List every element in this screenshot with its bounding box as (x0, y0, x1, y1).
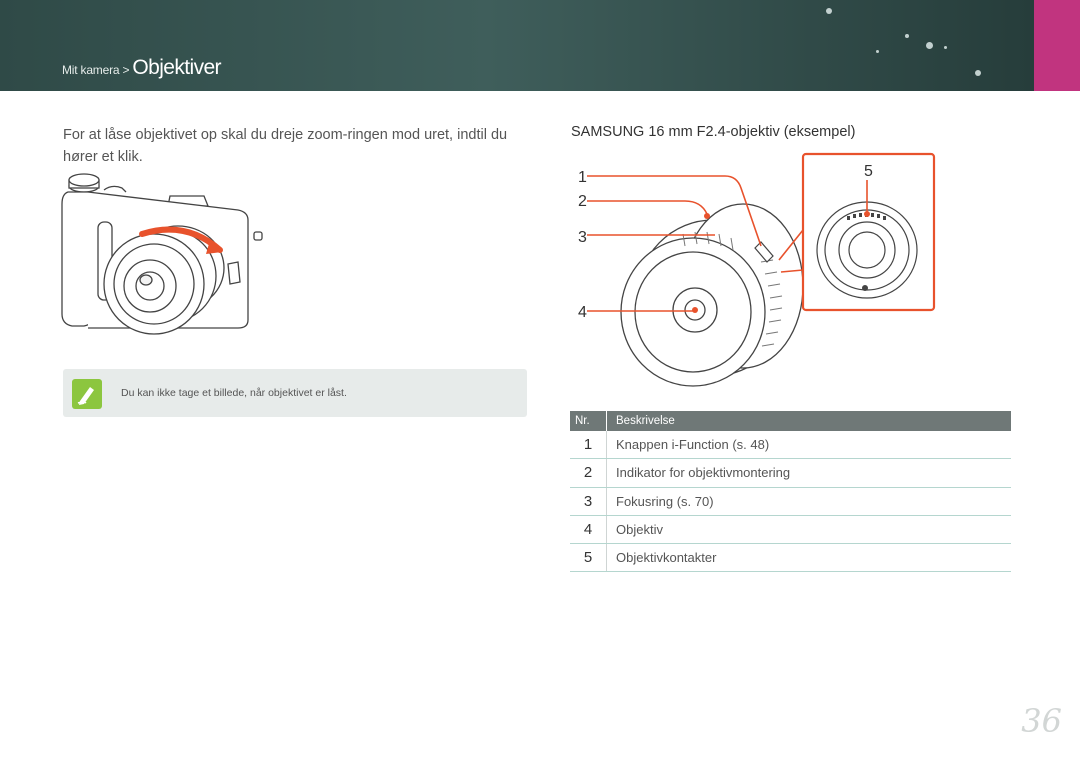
page-number: 36 (1021, 702, 1062, 740)
pencil-note-icon (72, 379, 102, 409)
header-nr: Nr. (570, 411, 607, 431)
lens-section-title: SAMSUNG 16 mm F2.4-objektiv (eksempel) (571, 124, 856, 140)
row-description: Objektivkontakter (616, 550, 717, 566)
row-number: 4 (570, 515, 607, 544)
row-number: 1 (570, 431, 607, 459)
row-number: 3 (570, 487, 607, 515)
callout-4: 4 (578, 304, 587, 321)
table-row: 5 Objektivkontakter (570, 544, 1011, 573)
row-description: Fokusring (s. 70) (616, 493, 714, 509)
row-description: Knappen i-Function (s. 48) (616, 437, 770, 453)
decorative-sparkle (826, 8, 832, 14)
note-text: Du kan ikke tage et billede, når objekti… (121, 387, 347, 399)
decorative-sparkle (926, 42, 933, 49)
table-row: 1 Knappen i-Function (s. 48) (570, 431, 1011, 460)
page-title: Objektiver (132, 56, 221, 79)
callout-2: 2 (578, 193, 587, 210)
breadcrumb-parent[interactable]: Mit kamera > (62, 63, 132, 77)
table-row: 3 Fokusring (s. 70) (570, 487, 1011, 516)
camera-illustration (61, 173, 263, 335)
chapter-tab[interactable] (1034, 0, 1080, 91)
breadcrumb: Mit kamera > Objektiver (62, 56, 222, 80)
page-header: Mit kamera > Objektiver (0, 0, 1080, 91)
decorative-sparkle (905, 34, 909, 38)
instruction-text: For at låse objektivet op skal du dreje … (63, 127, 508, 165)
row-description: Indikator for objektivmontering (616, 465, 791, 481)
callout-5: 5 (864, 163, 873, 180)
row-number: 2 (570, 459, 607, 487)
decorative-sparkle (975, 70, 981, 76)
parts-table: Nr. Beskrivelse 1 Knappen i-Function (s.… (570, 411, 1011, 573)
table-row: 2 Indikator for objektivmontering (570, 459, 1011, 488)
table-row: 4 Objektiv (570, 515, 1011, 545)
decorative-sparkle (876, 50, 879, 53)
decorative-sparkle (944, 46, 947, 49)
lens-diagram (587, 152, 936, 387)
row-description: Objektiv (616, 522, 663, 538)
callout-3: 3 (578, 229, 587, 246)
callout-1: 1 (578, 169, 587, 186)
table-header: Nr. Beskrivelse (570, 411, 1011, 431)
header-description: Beskrivelse (616, 415, 675, 427)
row-number: 5 (570, 544, 607, 572)
note-box: Du kan ikke tage et billede, når objekti… (63, 369, 527, 417)
